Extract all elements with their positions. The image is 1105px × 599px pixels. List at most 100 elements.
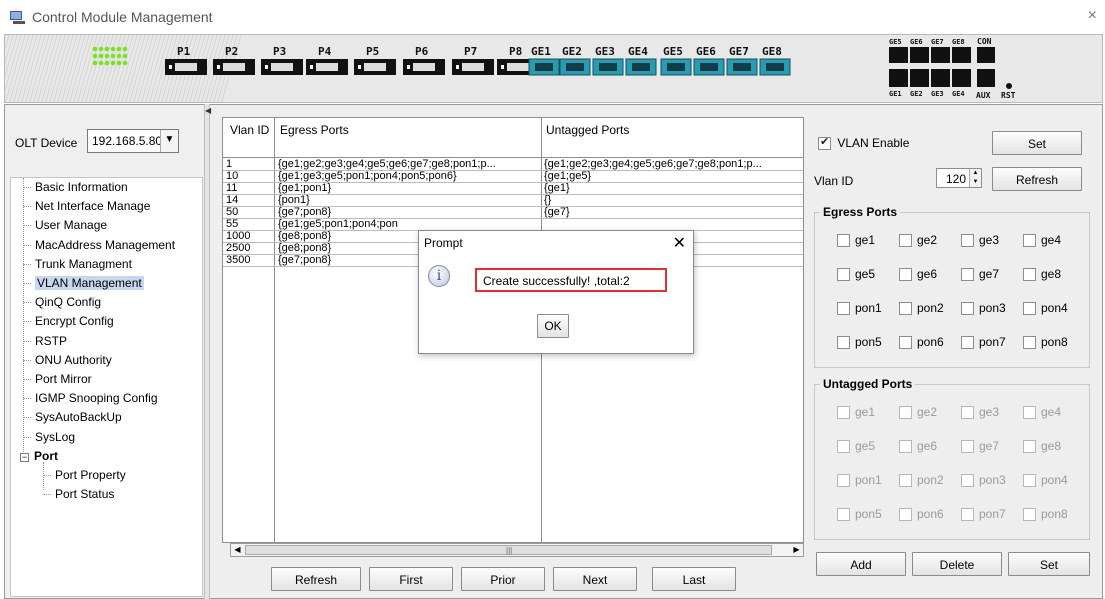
checkbox-box[interactable] [1023,302,1036,316]
checkbox-box[interactable] [1023,234,1036,248]
egress-checkbox-pon7[interactable]: pon7 [961,335,1006,350]
checkbox-box[interactable] [899,508,912,522]
untagged-checkbox-pon8[interactable]: pon8 [1023,507,1068,522]
untagged-checkbox-pon4[interactable]: pon4 [1023,473,1068,488]
sidebar-item-rstp[interactable]: RSTP [35,334,67,348]
untagged-checkbox-pon7[interactable]: pon7 [961,507,1006,522]
checkbox-box[interactable] [899,474,912,488]
egress-checkbox-pon2[interactable]: pon2 [899,301,944,316]
checkbox-box[interactable] [961,508,974,522]
sidebar-subitem-port-property[interactable]: Port Property [55,468,126,482]
untagged-checkbox-pon6[interactable]: pon6 [899,507,944,522]
refresh-table-button[interactable]: Refresh [271,567,361,591]
checkbox-box[interactable] [1023,508,1036,522]
egress-checkbox-ge2[interactable]: ge2 [899,233,937,248]
checkbox-box[interactable] [837,302,850,316]
egress-checkbox-pon1[interactable]: pon1 [837,301,882,316]
egress-checkbox-pon4[interactable]: pon4 [1023,301,1068,316]
untagged-checkbox-pon3[interactable]: pon3 [961,473,1006,488]
checkbox-box[interactable] [961,440,974,454]
sidebar-group-port[interactable]: − Port [20,449,58,463]
col-header-egress-ports[interactable]: Egress Ports [280,123,349,137]
spin-up-icon[interactable]: ▲ [969,169,981,178]
checkbox-box[interactable] [961,302,974,316]
split-pane-divider[interactable]: ◀ [204,104,211,599]
vlan-refresh-button[interactable]: Refresh [992,167,1082,191]
untagged-checkbox-pon1[interactable]: pon1 [837,473,882,488]
checkbox-box[interactable] [899,234,912,248]
egress-checkbox-pon3[interactable]: pon3 [961,301,1006,316]
sidebar-item-qinq-config[interactable]: QinQ Config [35,295,101,309]
checkbox-box[interactable] [1023,336,1036,350]
untagged-checkbox-ge8[interactable]: ge8 [1023,439,1061,454]
vlan-enable-set-button[interactable]: Set [992,131,1082,155]
checkbox-box[interactable] [837,406,850,420]
untagged-checkbox-ge6[interactable]: ge6 [899,439,937,454]
checkbox-box[interactable] [961,234,974,248]
scroll-left-icon[interactable]: ◀ [231,544,244,556]
egress-checkbox-ge5[interactable]: ge5 [837,267,875,282]
collapse-arrow-icon[interactable]: ◀ [205,106,211,115]
olt-device-select[interactable]: 192.168.5.80 ▼ [87,129,179,153]
next-page-button[interactable]: Next [553,567,637,591]
untagged-checkbox-ge4[interactable]: ge4 [1023,405,1061,420]
prior-page-button[interactable]: Prior [461,567,545,591]
set-vlan-button[interactable]: Set [1008,552,1090,576]
checkbox-box[interactable] [961,474,974,488]
last-page-button[interactable]: Last [652,567,736,591]
untagged-checkbox-ge1[interactable]: ge1 [837,405,875,420]
checkbox-box[interactable] [837,440,850,454]
checkbox-box[interactable] [837,508,850,522]
horizontal-scrollbar[interactable]: ◀ ||| ▶ [230,543,804,557]
col-header-untagged-ports[interactable]: Untagged Ports [546,123,629,137]
egress-checkbox-ge6[interactable]: ge6 [899,267,937,282]
sidebar-item-vlan-management[interactable]: VLAN Management [35,276,144,290]
sidebar-subitem-port-status[interactable]: Port Status [55,487,114,501]
egress-checkbox-pon8[interactable]: pon8 [1023,335,1068,350]
vlan-enable-checkbox[interactable]: VLAN Enable [818,135,909,151]
checkbox-box[interactable] [1023,268,1036,282]
add-vlan-button[interactable]: Add [816,552,906,576]
checkbox-box[interactable] [1023,474,1036,488]
first-page-button[interactable]: First [369,567,453,591]
sidebar-item-igmp-snooping-config[interactable]: IGMP Snooping Config [35,391,158,405]
checkbox-box[interactable] [899,440,912,454]
dialog-close-icon[interactable]: ✕ [673,233,686,253]
untagged-checkbox-ge2[interactable]: ge2 [899,405,937,420]
sidebar-item-net-interface-manage[interactable]: Net Interface Manage [35,199,150,213]
collapse-icon[interactable]: − [20,452,29,462]
spin-down-icon[interactable]: ▼ [969,178,981,187]
egress-checkbox-ge1[interactable]: ge1 [837,233,875,248]
scroll-right-icon[interactable]: ▶ [790,544,803,556]
vlan-id-value[interactable]: 120 [946,172,966,186]
checkbox-box[interactable] [899,336,912,350]
sidebar-item-macaddress-management[interactable]: MacAddress Management [35,238,175,252]
col-header-vlan-id[interactable]: Vlan ID [230,123,269,137]
egress-checkbox-ge8[interactable]: ge8 [1023,267,1061,282]
egress-checkbox-ge4[interactable]: ge4 [1023,233,1061,248]
untagged-checkbox-pon2[interactable]: pon2 [899,473,944,488]
sidebar-item-sysautobackup[interactable]: SysAutoBackUp [35,410,122,424]
untagged-checkbox-ge5[interactable]: ge5 [837,439,875,454]
checkbox-box[interactable] [837,268,850,282]
egress-checkbox-ge7[interactable]: ge7 [961,267,999,282]
checkbox-box[interactable] [1023,406,1036,420]
sidebar-item-trunk-managment[interactable]: Trunk Managment [35,257,132,271]
checkbox-box[interactable] [961,268,974,282]
checkbox-box[interactable] [899,302,912,316]
checkbox-box[interactable] [837,474,850,488]
sidebar-item-syslog[interactable]: SysLog [35,430,75,444]
egress-checkbox-ge3[interactable]: ge3 [961,233,999,248]
untagged-checkbox-pon5[interactable]: pon5 [837,507,882,522]
vlan-id-spinner[interactable]: 120 ▲ ▼ [936,168,982,188]
egress-checkbox-pon6[interactable]: pon6 [899,335,944,350]
sidebar-item-encrypt-config[interactable]: Encrypt Config [35,314,114,328]
checkbox-box[interactable] [961,406,974,420]
checkbox-box[interactable] [899,268,912,282]
sidebar-item-port-mirror[interactable]: Port Mirror [35,372,92,386]
sidebar-item-basic-information[interactable]: Basic Information [35,180,128,194]
egress-checkbox-pon5[interactable]: pon5 [837,335,882,350]
sidebar-item-onu-authority[interactable]: ONU Authority [35,353,112,367]
untagged-checkbox-ge3[interactable]: ge3 [961,405,999,420]
checkbox-box[interactable] [837,234,850,248]
